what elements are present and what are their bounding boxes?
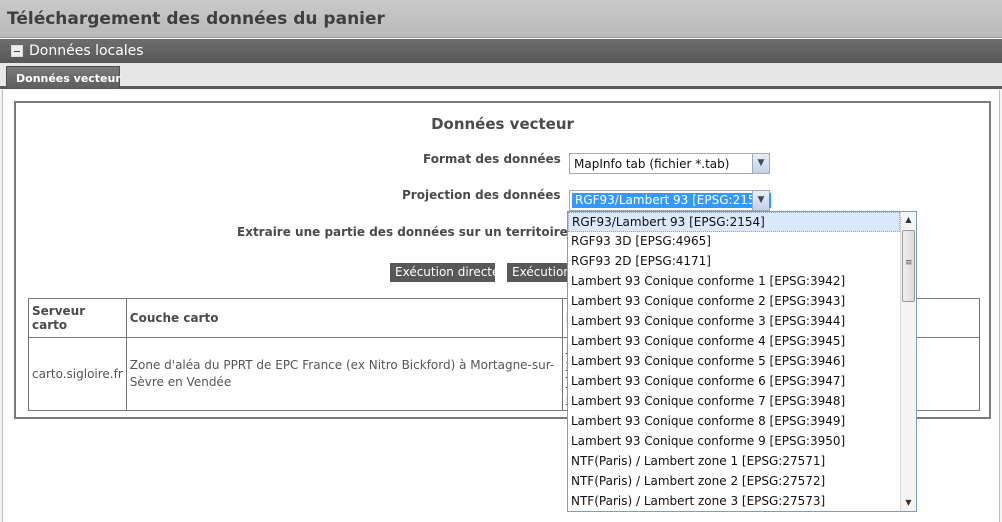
dropdown-scrollbar[interactable]: ▲ ▼ (900, 212, 916, 511)
dropdown-option[interactable]: Lambert 93 Conique conforme 6 [EPSG:3947… (568, 372, 900, 392)
format-select-value: MapInfo tab (fichier *.tab) (574, 157, 730, 171)
dropdown-option[interactable]: NTF(Paris) / Lambert zone 1 [EPSG:27571] (568, 452, 900, 472)
dropdown-option[interactable]: Lambert 93 Conique conforme 4 [EPSG:3945… (568, 332, 900, 352)
dropdown-option[interactable]: RGF93 3D [EPSG:4965] (568, 232, 900, 252)
execution-button[interactable]: Exécution (507, 263, 569, 282)
collapse-icon[interactable] (11, 45, 23, 57)
format-label: Format des données (423, 152, 561, 166)
dropdown-option[interactable]: Lambert 93 Conique conforme 2 [EPSG:3943… (568, 292, 900, 312)
extract-label: Extraire une partie des données sur un t… (237, 225, 568, 239)
projection-dropdown-list[interactable]: RGF93/Lambert 93 [EPSG:2154] RGF93 3D [E… (567, 211, 917, 512)
section-header[interactable]: Données locales (0, 39, 1002, 63)
dropdown-option[interactable]: RGF93 2D [EPSG:4171] (568, 252, 900, 272)
scrollbar-thumb[interactable] (902, 230, 915, 302)
projection-select[interactable]: RGF93/Lambert 93 [EPSG:2154] ▼ (569, 190, 771, 211)
column-header-server: Serveur carto (28, 298, 127, 338)
chevron-down-icon[interactable]: ▼ (752, 191, 769, 210)
dropdown-option[interactable]: Lambert 93 Conique conforme 3 [EPSG:3944… (568, 312, 900, 332)
dropdown-option[interactable]: NTF(Paris) / Lambert zone 3 [EPSG:27573] (568, 492, 900, 511)
tab-donnees-vecteur[interactable]: Données vecteur (6, 66, 121, 89)
arrow-up-icon[interactable]: ▲ (901, 212, 916, 228)
direct-execution-button[interactable]: Exécution directe (390, 263, 495, 282)
dropdown-option[interactable]: NTF(Paris) / Lambert zone 2 [EPSG:27572] (568, 472, 900, 492)
section-label: Données locales (29, 43, 144, 59)
format-select[interactable]: MapInfo tab (fichier *.tab) ▼ (569, 153, 770, 174)
dropdown-option[interactable]: Lambert 93 Conique conforme 8 [EPSG:3949… (568, 412, 900, 432)
arrow-down-icon[interactable]: ▼ (901, 495, 916, 511)
projection-label: Projection des données (402, 188, 561, 202)
page-title: Téléchargement des données du panier (7, 9, 385, 29)
dropdown-option[interactable]: Lambert 93 Conique conforme 5 [EPSG:3946… (568, 352, 900, 372)
panel-title: Données vecteur (431, 115, 574, 133)
dropdown-option[interactable]: Lambert 93 Conique conforme 1 [EPSG:3942… (568, 272, 900, 292)
dropdown-option[interactable]: Lambert 93 Conique conforme 7 [EPSG:3948… (568, 392, 900, 412)
dropdown-option[interactable]: RGF93/Lambert 93 [EPSG:2154] (568, 212, 900, 232)
projection-select-value: RGF93/Lambert 93 [EPSG:2154] (572, 193, 771, 208)
page-header: Téléchargement des données du panier (0, 0, 1002, 38)
dropdown-option[interactable]: Lambert 93 Conique conforme 9 [EPSG:3950… (568, 432, 900, 452)
tab-strip: Données vecteur (0, 63, 1002, 89)
server-cell: carto.sigloire.fr (28, 337, 127, 411)
column-header-layer: Couche carto (125, 298, 563, 338)
layer-cell: Zone d'aléa du PPRT de EPC France (ex Ni… (125, 337, 563, 411)
chevron-down-icon[interactable]: ▼ (752, 154, 769, 173)
